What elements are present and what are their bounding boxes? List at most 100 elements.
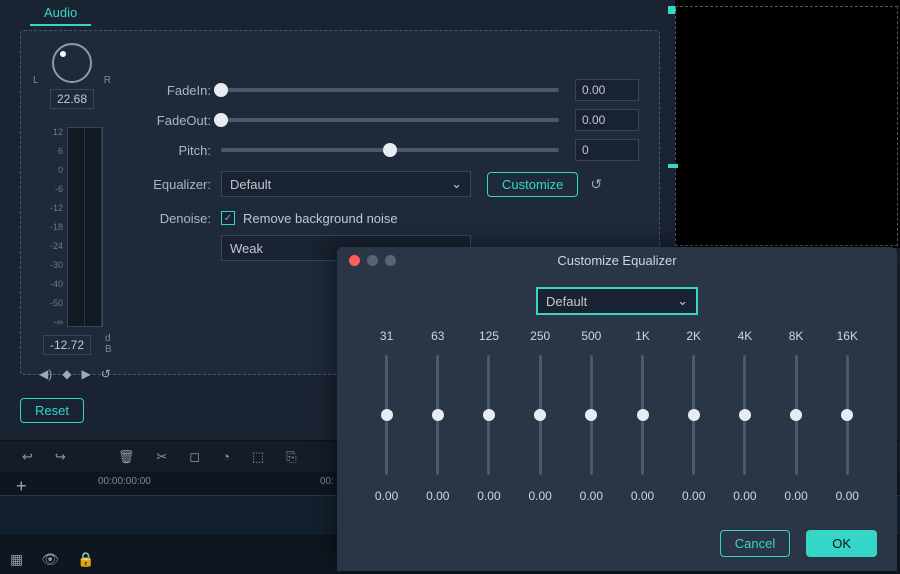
eq-band-slider[interactable] xyxy=(385,355,388,475)
chevron-down-icon: ⌄ xyxy=(451,176,462,192)
tab-audio[interactable]: Audio xyxy=(30,0,91,26)
eq-band-125: 1250.00 xyxy=(469,329,509,503)
eq-band-thumb[interactable] xyxy=(483,409,495,421)
pan-label-left: L xyxy=(33,75,39,86)
eq-band-thumb[interactable] xyxy=(790,409,802,421)
denoise-checkbox-label: Remove background noise xyxy=(243,211,398,226)
delete-icon[interactable]: 🗑 xyxy=(118,449,135,465)
eq-band-4K: 4K0.00 xyxy=(725,329,765,503)
pitch-slider[interactable] xyxy=(221,148,559,152)
eq-band-1K: 1K 0.00 xyxy=(623,329,663,503)
undo-icon[interactable]: ↩ xyxy=(22,449,33,465)
range-marker[interactable] xyxy=(668,164,678,168)
eq-band-freq: 63 xyxy=(418,329,458,343)
eq-band-8K: 8K 0.00 xyxy=(776,329,816,503)
eq-band-freq: 500 xyxy=(571,329,611,343)
window-close-icon[interactable] xyxy=(349,255,360,266)
fadeout-thumb[interactable] xyxy=(214,113,228,127)
eq-band-freq: 31 xyxy=(367,329,407,343)
equalizer-preset-value: Default xyxy=(230,177,271,192)
eq-band-slider[interactable] xyxy=(487,355,490,475)
eq-band-value[interactable]: 0.00 xyxy=(827,489,867,503)
eq-band-value[interactable]: 0.00 xyxy=(520,489,560,503)
pitch-thumb[interactable] xyxy=(383,143,397,157)
pitch-value[interactable]: 0 xyxy=(575,139,639,161)
timecode-1: 00: xyxy=(320,476,334,487)
eq-preset-select[interactable]: Default ⌄ xyxy=(536,287,698,315)
fadein-slider[interactable] xyxy=(221,88,559,92)
eq-band-slider[interactable] xyxy=(692,355,695,475)
preview-selection-outline xyxy=(675,6,898,246)
equalizer-label: Equalizer: xyxy=(141,177,221,192)
eq-band-value[interactable]: 0.00 xyxy=(674,489,714,503)
eq-band-slider[interactable] xyxy=(795,355,798,475)
pan-knob-indicator xyxy=(60,51,66,57)
layout-icon[interactable]: ▦ xyxy=(10,551,23,568)
eq-band-slider[interactable] xyxy=(590,355,593,475)
eq-band-slider[interactable] xyxy=(436,355,439,475)
eq-band-value[interactable]: 0.00 xyxy=(776,489,816,503)
eq-band-freq: 250 xyxy=(520,329,560,343)
fadein-thumb[interactable] xyxy=(214,83,228,97)
reset-button[interactable]: Reset xyxy=(20,398,84,423)
denoise-checkbox[interactable]: ✓ xyxy=(221,211,235,225)
level-value[interactable]: -12.72 xyxy=(43,335,91,355)
eq-band-freq: 1K xyxy=(623,329,663,343)
visibility-icon[interactable]: 👁 xyxy=(41,551,59,568)
eq-band-value[interactable]: 0.00 xyxy=(623,489,663,503)
lock-icon[interactable]: 🔒 xyxy=(77,551,94,568)
eq-band-2K: 2K 0.00 xyxy=(674,329,714,503)
fadeout-slider[interactable] xyxy=(221,118,559,122)
eq-band-thumb[interactable] xyxy=(841,409,853,421)
color-icon[interactable]: ⬚ xyxy=(252,449,264,465)
eq-band-thumb[interactable] xyxy=(381,409,393,421)
stop-icon[interactable]: ◆ xyxy=(62,367,71,381)
eq-band-250: 250 0.00 xyxy=(520,329,560,503)
add-track-button[interactable]: + xyxy=(16,476,27,497)
eq-band-thumb[interactable] xyxy=(585,409,597,421)
eq-band-slider[interactable] xyxy=(743,355,746,475)
eq-band-thumb[interactable] xyxy=(534,409,546,421)
eq-band-thumb[interactable] xyxy=(739,409,751,421)
eq-preset-value: Default xyxy=(546,294,587,309)
eq-band-thumb[interactable] xyxy=(688,409,700,421)
eq-band-value[interactable]: 0.00 xyxy=(469,489,509,503)
play-icon[interactable]: ▶ xyxy=(81,367,90,381)
redo-icon[interactable]: ↪ xyxy=(55,449,66,465)
pitch-label: Pitch: xyxy=(141,143,221,158)
mute-icon[interactable]: ◀) xyxy=(39,367,52,381)
eq-band-freq: 8K xyxy=(776,329,816,343)
window-minimize-icon[interactable] xyxy=(367,255,378,266)
eq-band-63: 630.00 xyxy=(418,329,458,503)
equalizer-preset-select[interactable]: Default ⌄ xyxy=(221,171,471,197)
denoise-label: Denoise: xyxy=(141,211,221,226)
pan-knob[interactable] xyxy=(52,43,92,83)
eq-band-16K: 16K0.00 xyxy=(827,329,867,503)
eq-band-freq: 2K xyxy=(674,329,714,343)
denoise-strength-value: Weak xyxy=(230,241,263,256)
level-meter-scale: 126 0-6 -12-18 -24-30 -40-50 -∞ xyxy=(43,127,65,327)
eq-band-slider[interactable] xyxy=(641,355,644,475)
reset-playback-icon[interactable]: ↺ xyxy=(101,367,111,381)
export-frame-icon[interactable]: ⎘ xyxy=(286,449,296,465)
eq-band-thumb[interactable] xyxy=(432,409,444,421)
timecode-0: 00:00:00:00 xyxy=(98,476,151,487)
ok-button[interactable]: OK xyxy=(806,530,877,557)
eq-band-value[interactable]: 0.00 xyxy=(725,489,765,503)
eq-band-slider[interactable] xyxy=(846,355,849,475)
eq-band-thumb[interactable] xyxy=(637,409,649,421)
speed-icon[interactable]: ◔ xyxy=(222,449,230,464)
eq-band-value[interactable]: 0.00 xyxy=(418,489,458,503)
eq-band-value[interactable]: 0.00 xyxy=(367,489,407,503)
cancel-button[interactable]: Cancel xyxy=(720,530,790,557)
eq-band-slider[interactable] xyxy=(539,355,542,475)
customize-equalizer-button[interactable]: Customize xyxy=(487,172,578,197)
equalizer-reset-icon[interactable]: ↺ xyxy=(590,176,602,193)
eq-band-value[interactable]: 0.00 xyxy=(571,489,611,503)
pan-value[interactable]: 22.68 xyxy=(50,89,94,109)
cut-icon[interactable]: ✂ xyxy=(156,449,167,465)
window-maximize-icon[interactable] xyxy=(385,255,396,266)
crop-icon[interactable]: ◻ xyxy=(189,449,200,465)
fadein-value[interactable]: 0.00 xyxy=(575,79,639,101)
fadeout-value[interactable]: 0.00 xyxy=(575,109,639,131)
